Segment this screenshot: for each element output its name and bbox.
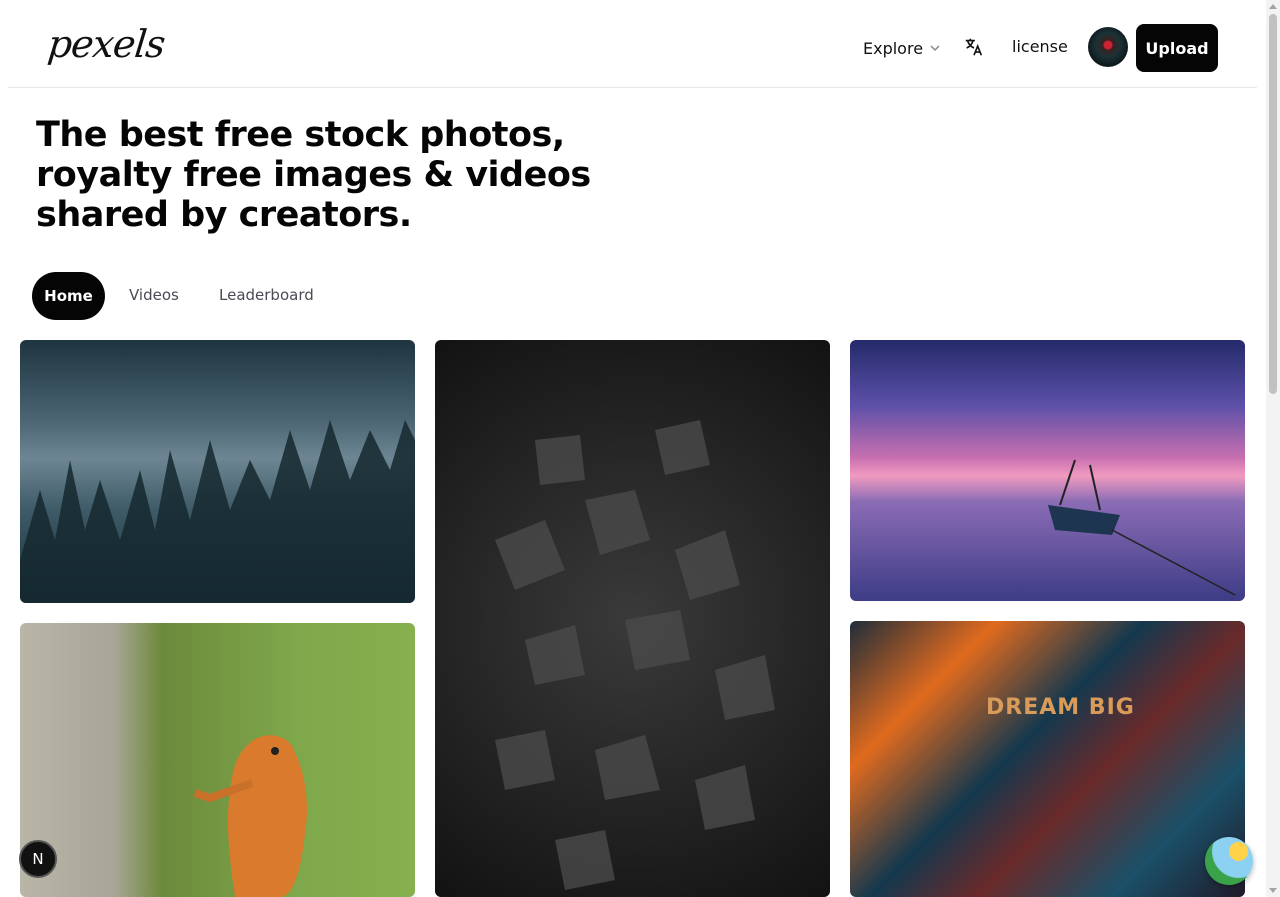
collage-text: DREAM BIG — [986, 695, 1135, 720]
forest-silhouette — [20, 420, 415, 603]
license-link[interactable]: license — [1012, 37, 1068, 56]
explore-label: Explore — [863, 38, 924, 58]
tab-videos[interactable]: Videos — [129, 286, 179, 304]
tab-home[interactable]: Home — [32, 272, 105, 320]
chevron-down-icon — [930, 45, 940, 52]
upload-button[interactable]: Upload — [1136, 24, 1218, 72]
rocks-texture — [495, 420, 775, 890]
photo-sunset-boat[interactable] — [850, 340, 1245, 601]
hero-title: The best free stock photos, royalty free… — [36, 115, 591, 235]
photo-dream-big-collage[interactable]: DREAM BIG — [850, 621, 1245, 897]
tab-leaderboard[interactable]: Leaderboard — [219, 286, 314, 304]
photo-misty-forest[interactable] — [20, 340, 415, 603]
photo-black-rocks[interactable] — [435, 340, 830, 897]
nextjs-dev-badge[interactable]: N — [19, 840, 57, 878]
pexels-logo[interactable]: pexels — [46, 22, 167, 66]
site-header: pexels Explore license Upload — [8, 0, 1257, 88]
page-scrollbar[interactable] — [1266, 0, 1280, 897]
user-avatar[interactable] — [1088, 27, 1128, 67]
scroll-thumb[interactable] — [1269, 14, 1277, 394]
translate-icon[interactable] — [963, 36, 985, 58]
island-chat-bubble-icon[interactable] — [1205, 837, 1253, 885]
scroll-up-arrow-icon[interactable] — [1269, 4, 1277, 9]
explore-menu-button[interactable]: Explore — [863, 36, 941, 60]
lizard-figure — [193, 735, 307, 897]
photo-lizard-on-tree[interactable] — [20, 623, 415, 897]
scroll-down-arrow-icon[interactable] — [1269, 888, 1277, 893]
boat-silhouette — [1048, 459, 1236, 596]
